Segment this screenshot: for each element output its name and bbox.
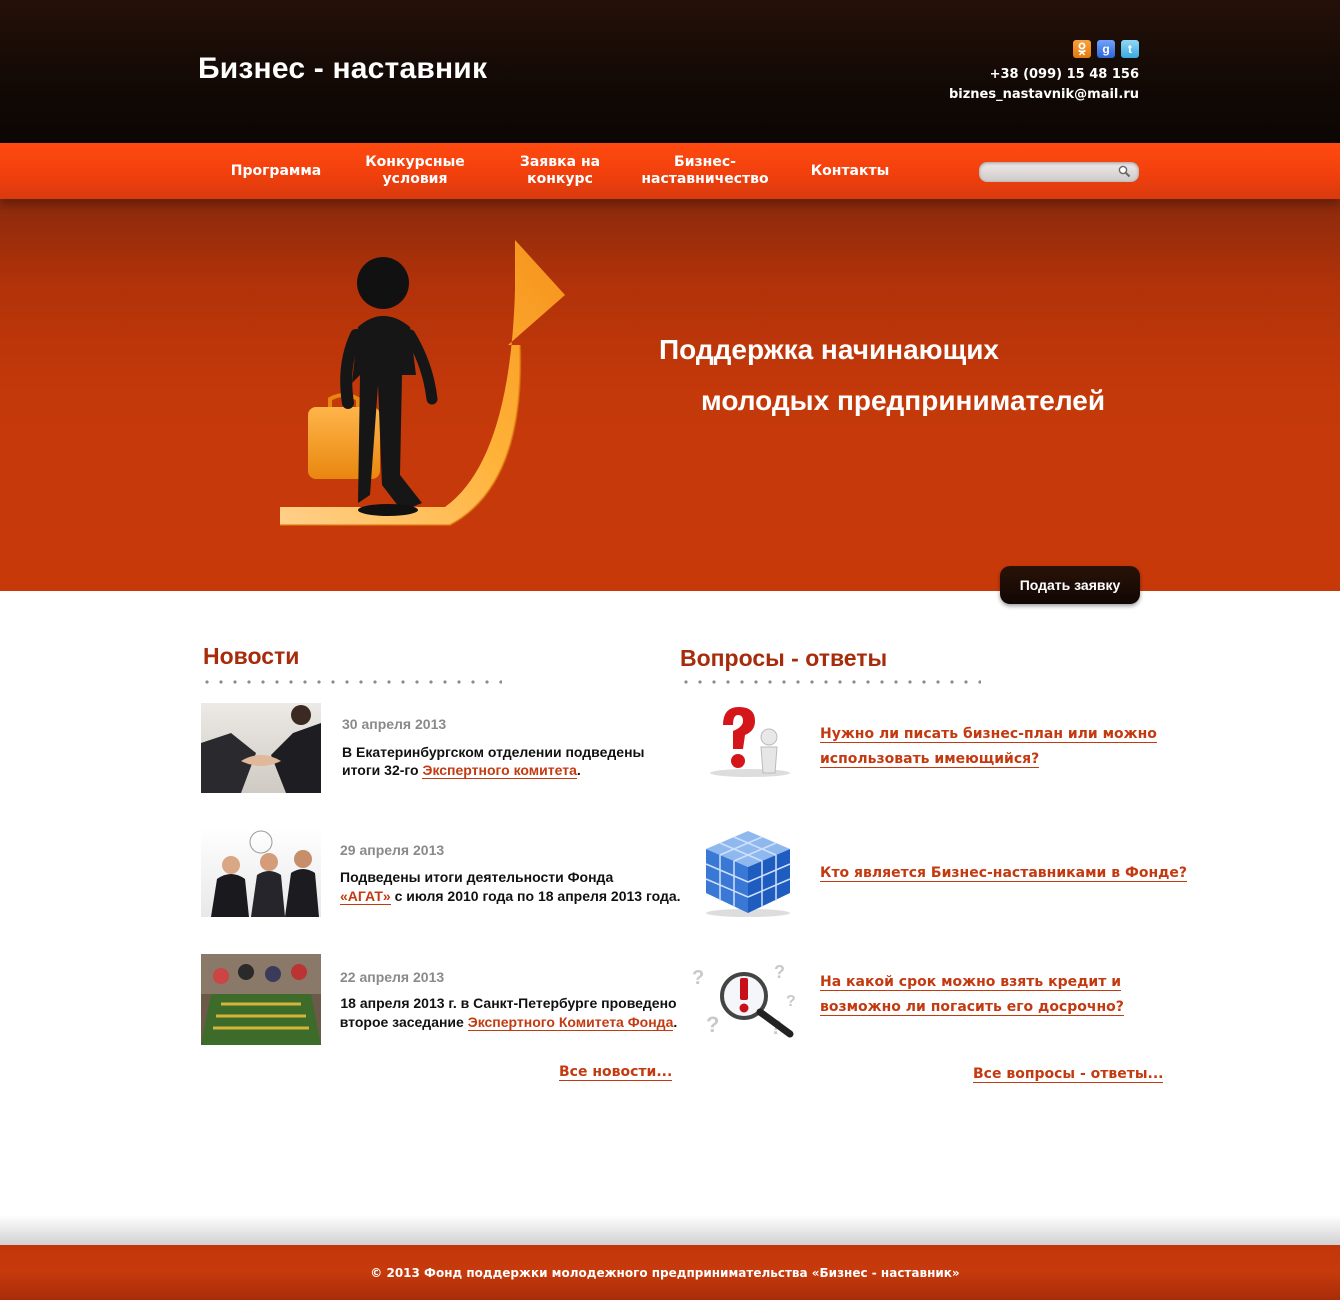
news-thumbnail[interactable]	[201, 703, 321, 793]
faq-question[interactable]: На какой срок можно взять кредит и возмо…	[820, 970, 1124, 1020]
news-thumbnail[interactable]	[201, 954, 321, 1045]
news-date: 22 апреля 2013	[340, 969, 445, 985]
all-faq-link[interactable]: Все вопросы - ответы...	[973, 1066, 1164, 1083]
hero-banner: Поддержка начинающих молодых предпринима…	[0, 199, 1340, 591]
news-thumbnail[interactable]	[201, 827, 321, 917]
faq-question-line1[interactable]: На какой срок можно взять кредит и	[820, 974, 1122, 991]
nav-item-mentoring[interactable]: Бизнес-наставничество	[630, 143, 780, 199]
news-heading: Новости	[203, 643, 300, 669]
faq-question-line2[interactable]: использовать имеющийся?	[820, 751, 1040, 768]
google-glyph: g	[1102, 42, 1110, 56]
question-mark-icon[interactable]	[705, 703, 795, 779]
faq-question[interactable]: Нужно ли писать бизнес-план или можно ис…	[820, 722, 1157, 772]
svg-text:?: ?	[706, 1012, 719, 1037]
nav-item-contacts[interactable]: Контакты	[800, 143, 900, 199]
footer-shadow	[0, 1215, 1340, 1245]
footer-copyright: © 2013 Фонд поддержки молодежного предпр…	[370, 1265, 960, 1280]
news-date: 30 апреля 2013	[342, 716, 447, 732]
social-links: g t	[1073, 40, 1139, 58]
faq-heading: Вопросы - ответы	[680, 645, 888, 671]
site-header: Бизнес - наставник g t +38 (099) 15 48 1…	[0, 0, 1340, 143]
twitter-glyph: t	[1128, 42, 1132, 56]
google-icon[interactable]: g	[1097, 40, 1115, 58]
faq-question-line1[interactable]: Нужно ли писать бизнес-план или можно	[820, 726, 1157, 743]
news-summary-tail: .	[673, 1014, 678, 1030]
site-footer: © 2013 Фонд поддержки молодежного предпр…	[0, 1245, 1340, 1300]
all-news-link[interactable]: Все новости...	[559, 1064, 673, 1081]
faq-question-line2[interactable]: возможно ли погасить его досрочно?	[820, 999, 1124, 1016]
news-summary-text: Подведены итоги деятельности Фонда	[340, 869, 614, 885]
growth-arrow-illustration	[280, 240, 565, 526]
news-date: 29 апреля 2013	[340, 842, 445, 858]
faq-question-line1[interactable]: Кто является Бизнес-наставниками в Фонде…	[820, 865, 1188, 882]
news-summary-tail: с июля 2010 года по 18 апреля 2013 года.	[390, 888, 681, 904]
question-cube-icon[interactable]	[700, 827, 795, 919]
news-summary: Подведены итоги деятельности Фонда «АГАТ…	[340, 868, 685, 906]
odnoklassniki-icon[interactable]	[1073, 40, 1091, 58]
news-link[interactable]: Экспертного комитета	[422, 762, 577, 779]
news-divider	[200, 680, 502, 684]
apply-button[interactable]: Подать заявку	[1000, 566, 1140, 604]
twitter-icon[interactable]: t	[1121, 40, 1139, 58]
nav-item-contest-conditions[interactable]: Конкурсные условия	[355, 143, 475, 199]
hero-headline-line2: молодых предпринимателей	[701, 385, 1106, 416]
contact-phone: +38 (099) 15 48 156	[989, 67, 1139, 82]
contact-email[interactable]: biznes_nastavnik@mail.ru	[949, 87, 1139, 102]
news-link[interactable]: Экспертного Комитета Фонда	[467, 1014, 674, 1031]
main-nav: Программа Конкурсные условия Заявка на к…	[0, 143, 1340, 199]
faq-divider	[679, 680, 981, 684]
svg-text:?: ?	[786, 993, 796, 1010]
nav-item-program[interactable]: Программа	[222, 143, 330, 199]
faq-question[interactable]: Кто является Бизнес-наставниками в Фонде…	[820, 861, 1188, 886]
search-icon[interactable]	[1118, 165, 1131, 178]
news-summary: 18 апреля 2013 г. в Санкт-Петербурге про…	[336, 994, 681, 1032]
site-title[interactable]: Бизнес - наставник	[198, 52, 487, 86]
svg-text:?: ?	[692, 967, 704, 989]
magnifier-exclamation-icon[interactable]: ? ? ? ? ?	[686, 954, 804, 1042]
news-link[interactable]: «АГАТ»	[340, 888, 391, 905]
svg-text:?: ?	[774, 962, 785, 982]
news-summary-tail: .	[576, 762, 581, 778]
search-input[interactable]	[979, 162, 1139, 182]
news-summary: В Екатеринбургском отделении подведены и…	[342, 743, 672, 779]
nav-item-contest-application[interactable]: Заявка на конкурс	[505, 143, 615, 199]
hero-headline-line1: Поддержка начинающих	[659, 334, 999, 365]
